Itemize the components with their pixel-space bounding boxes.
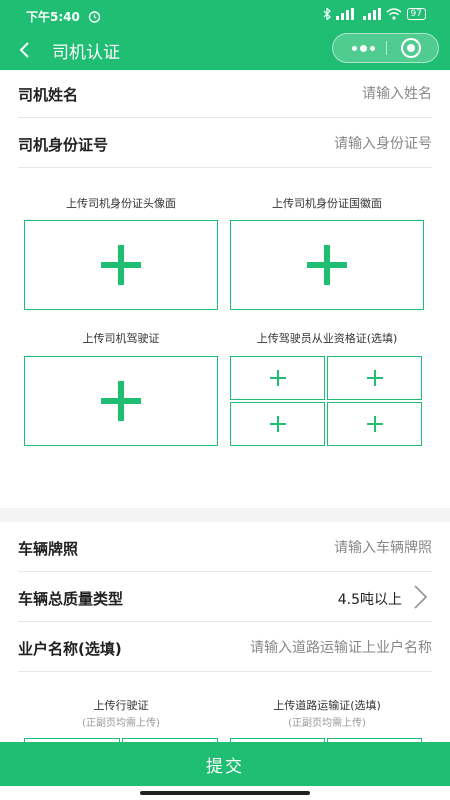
owner-name-row: 业户名称(选填) bbox=[18, 624, 432, 672]
battery-icon: 97 bbox=[406, 8, 426, 20]
qualification-upload-grid bbox=[230, 356, 422, 446]
plus-icon bbox=[101, 381, 141, 421]
driver-name-input[interactable] bbox=[192, 83, 432, 105]
plus-icon bbox=[269, 370, 286, 386]
qualification-upload-cell[interactable] bbox=[327, 356, 422, 400]
driver-id-label: 司机身份证号 bbox=[18, 136, 109, 154]
chevron-right-icon bbox=[414, 585, 428, 609]
qualification-upload-title: 上传驾驶员从业资格证(选填) bbox=[256, 332, 398, 345]
id-front-upload-title: 上传司机身份证头像面 bbox=[66, 197, 176, 210]
plus-icon bbox=[307, 245, 347, 285]
plus-icon bbox=[366, 370, 383, 386]
license-upload-title: 上传司机驾驶证 bbox=[82, 332, 160, 345]
nav-bar: 司机认证 bbox=[0, 30, 450, 70]
status-bar: 下午5:40 97 bbox=[0, 0, 450, 30]
close-target-icon[interactable] bbox=[401, 38, 421, 58]
status-time: 下午5:40 bbox=[26, 10, 80, 24]
vehicle-license-upload-title: 上传行驶证 bbox=[93, 699, 149, 712]
home-bar bbox=[0, 786, 450, 800]
plus-icon bbox=[269, 416, 286, 432]
driver-name-row: 司机姓名 bbox=[18, 70, 432, 118]
bluetooth-icon bbox=[323, 8, 331, 20]
owner-name-input[interactable] bbox=[152, 637, 432, 659]
transport-permit-upload-subtitle: (正副页均需上传) bbox=[288, 718, 366, 729]
plus-icon bbox=[366, 416, 383, 432]
vehicle-license-upload-subtitle: (正副页均需上传) bbox=[82, 718, 160, 729]
home-indicator[interactable] bbox=[140, 791, 310, 795]
section-divider bbox=[0, 508, 450, 522]
driver-name-label: 司机姓名 bbox=[18, 86, 79, 104]
id-back-upload-box[interactable] bbox=[230, 220, 424, 310]
plate-label: 车辆牌照 bbox=[18, 540, 79, 558]
capsule-divider bbox=[386, 41, 387, 55]
qualification-upload-cell[interactable] bbox=[230, 356, 325, 400]
owner-name-label: 业户名称(选填) bbox=[18, 640, 122, 658]
qualification-upload-cell[interactable] bbox=[230, 402, 325, 446]
plus-icon bbox=[101, 245, 141, 285]
page-title: 司机认证 bbox=[52, 43, 120, 63]
submit-button[interactable]: 提交 bbox=[0, 742, 450, 786]
id-back-upload-title: 上传司机身份证国徽面 bbox=[272, 197, 382, 210]
weight-type-label: 车辆总质量类型 bbox=[18, 590, 124, 608]
transport-permit-upload-title: 上传道路运输证(选填) bbox=[273, 699, 381, 712]
back-arrow-icon[interactable] bbox=[14, 36, 36, 64]
plate-row: 车辆牌照 bbox=[18, 524, 432, 572]
weight-type-value: 4.5吨以上 bbox=[337, 592, 402, 608]
driver-id-input[interactable] bbox=[192, 133, 432, 155]
signal-icon bbox=[335, 8, 354, 20]
id-front-upload-box[interactable] bbox=[24, 220, 218, 310]
driver-id-row: 司机身份证号 bbox=[18, 120, 432, 168]
weight-type-row[interactable]: 车辆总质量类型 4.5吨以上 bbox=[18, 574, 432, 622]
qualification-upload-cell[interactable] bbox=[327, 402, 422, 446]
wifi-icon bbox=[386, 8, 402, 20]
alarm-icon bbox=[88, 11, 101, 23]
plate-input[interactable] bbox=[192, 537, 432, 559]
more-icon[interactable] bbox=[343, 34, 383, 62]
license-upload-box[interactable] bbox=[24, 356, 218, 446]
signal-icon bbox=[362, 8, 381, 20]
mini-program-capsule bbox=[332, 33, 439, 63]
